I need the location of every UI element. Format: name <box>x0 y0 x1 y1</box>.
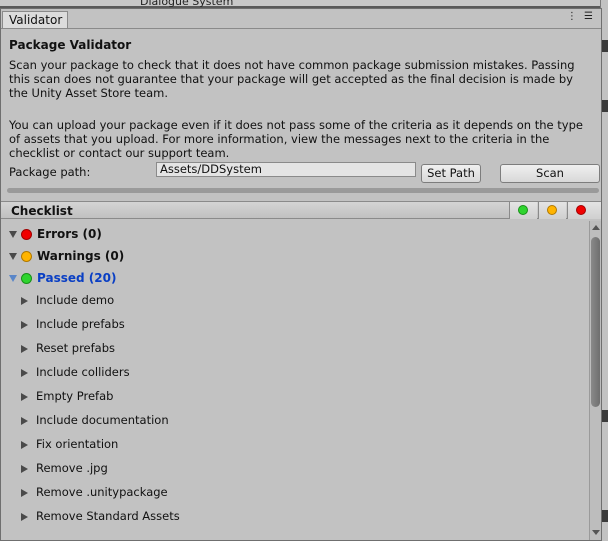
background-mark <box>602 410 608 422</box>
scan-progress-bar <box>7 188 599 193</box>
green-status-icon <box>21 273 32 284</box>
package-path-label: Package path: <box>9 165 91 179</box>
checklist-panel: Checklist Errors (0) Warnings (0) Passed… <box>1 201 601 540</box>
expand-arrow-icon <box>9 253 17 260</box>
collapse-arrow-icon <box>21 368 28 377</box>
collapse-arrow-icon <box>21 392 28 401</box>
green-status-icon <box>518 205 528 215</box>
yellow-status-icon <box>21 251 32 262</box>
checklist-item[interactable]: Include colliders <box>21 363 130 381</box>
checklist-item-label: Fix orientation <box>36 437 119 451</box>
checklist-item[interactable]: Fix orientation <box>21 435 118 453</box>
checklist-item[interactable]: Empty Prefab <box>21 387 113 405</box>
collapse-arrow-icon <box>21 440 28 449</box>
red-status-icon <box>576 205 586 215</box>
filter-warnings-toggle[interactable] <box>538 202 566 219</box>
tab-validator[interactable]: Validator <box>2 11 68 28</box>
checklist-item[interactable]: Remove .unitypackage <box>21 483 168 501</box>
set-path-button[interactable]: Set Path <box>421 164 481 183</box>
collapse-arrow-icon <box>21 344 28 353</box>
checklist-item-label: Include demo <box>36 293 115 307</box>
checklist-item[interactable]: Remove .jpg <box>21 459 108 477</box>
yellow-status-icon <box>547 205 557 215</box>
checklist-item[interactable]: Reset prefabs <box>21 339 115 357</box>
checklist-header: Checklist <box>1 201 601 219</box>
checklist-scrollbar[interactable] <box>589 221 601 540</box>
category-errors-label: Errors (0) <box>37 227 102 241</box>
description-upload: You can upload your package even if it d… <box>9 118 583 160</box>
tab-strip-divider <box>1 28 601 29</box>
checklist-item[interactable]: Include demo <box>21 291 114 309</box>
scroll-down-icon[interactable] <box>592 530 600 535</box>
checklist-item-label: Remove .unitypackage <box>36 485 168 499</box>
page-title: Package Validator <box>9 38 132 52</box>
background-mark <box>602 100 608 112</box>
category-passed-label: Passed (20) <box>37 271 117 285</box>
filter-errors-toggle[interactable] <box>567 202 601 219</box>
collapse-arrow-icon <box>21 488 28 497</box>
checklist-item-label: Include prefabs <box>36 317 125 331</box>
collapse-arrow-icon <box>21 512 28 521</box>
collapse-arrow-icon <box>21 296 28 305</box>
category-warnings-label: Warnings (0) <box>37 249 125 263</box>
collapse-arrow-icon <box>21 416 28 425</box>
background-mark <box>602 40 608 52</box>
red-status-icon <box>21 229 32 240</box>
checklist-item[interactable]: Include documentation <box>21 411 169 429</box>
background-hierarchy-fragment: Dialogue System <box>140 0 234 7</box>
category-warnings[interactable]: Warnings (0) <box>9 247 124 265</box>
checklist-item-label: Include colliders <box>36 365 130 379</box>
checklist-item-label: Reset prefabs <box>36 341 116 355</box>
scroll-up-icon[interactable] <box>592 225 600 230</box>
package-path-field[interactable]: Assets/DDSystem <box>156 162 416 177</box>
category-errors[interactable]: Errors (0) <box>9 225 102 243</box>
validator-window: Validator ⋮ ☰ Package Validator Scan you… <box>0 8 602 541</box>
category-passed[interactable]: Passed (20) <box>9 269 116 287</box>
checklist-item-label: Remove Standard Assets <box>36 509 180 523</box>
filter-passed-toggle[interactable] <box>509 202 537 219</box>
checklist-item-label: Empty Prefab <box>36 389 114 403</box>
checklist-rows: Errors (0) Warnings (0) Passed (20) Incl… <box>1 221 589 540</box>
checklist-item-label: Include documentation <box>36 413 169 427</box>
checklist-title: Checklist <box>11 204 73 218</box>
checklist-item[interactable]: Include prefabs <box>21 315 125 333</box>
collapse-arrow-icon <box>21 320 28 329</box>
expand-arrow-icon <box>9 275 17 282</box>
scan-button[interactable]: Scan <box>500 164 600 183</box>
window-menu-icon[interactable]: ⋮ ☰ <box>567 11 595 22</box>
collapse-arrow-icon <box>21 464 28 473</box>
scrollbar-thumb[interactable] <box>591 237 600 407</box>
expand-arrow-icon <box>9 231 17 238</box>
description-scan: Scan your package to check that it does … <box>9 58 575 100</box>
background-mark <box>602 510 608 522</box>
checklist-item-label: Remove .jpg <box>36 461 108 475</box>
checklist-item[interactable]: Remove Standard Assets <box>21 507 180 525</box>
